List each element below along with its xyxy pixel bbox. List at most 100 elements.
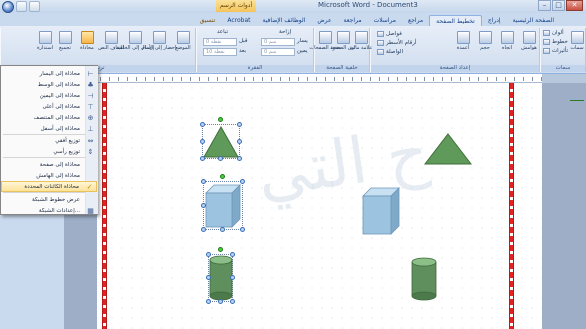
cylinder-shape[interactable]	[411, 257, 437, 301]
tab-references[interactable]: مراجع	[402, 15, 429, 26]
triangle-handle-br[interactable]	[237, 156, 242, 161]
maximize-button[interactable]: □	[552, 0, 565, 11]
triangle-rotate-handle[interactable]	[218, 117, 223, 122]
close-button[interactable]: ✕	[566, 0, 583, 11]
group-button[interactable]: تجميع	[57, 31, 73, 51]
page-background-group: علامة مائية لون الصفحة حدود الصفحات خلفي…	[309, 28, 372, 72]
cylinder-rotate-handle[interactable]	[218, 247, 223, 252]
cylinder-handle-l[interactable]	[206, 275, 211, 280]
cube-rotate-handle[interactable]	[220, 174, 225, 179]
orientation-button[interactable]: اتجاه	[499, 31, 515, 51]
triangle-handle-tr[interactable]	[237, 122, 242, 127]
menu-item-2[interactable]: ⊣ محاذاة إلى اليمين	[1, 90, 97, 101]
tab-view[interactable]: عرض	[311, 15, 337, 26]
menu-item-7[interactable]: ⇕ توزيع رأسي	[1, 146, 97, 157]
spacing-before-spinner[interactable]: 0 نقطة	[203, 38, 237, 46]
triangle-shape-selected[interactable]	[203, 125, 239, 158]
page-color-icon	[336, 31, 350, 44]
office-button-icon[interactable]	[2, 1, 14, 13]
indent-left-spinner[interactable]: 0 سم	[261, 38, 295, 46]
window-controls: – □ ✕	[538, 0, 583, 11]
indent-right-spinner[interactable]: 0 سم	[261, 48, 295, 56]
indent-label: إزاحة	[279, 29, 292, 35]
tab-home[interactable]: الصفحة الرئيسية	[507, 15, 560, 26]
document-page[interactable]: ح التي	[97, 83, 542, 329]
cylinder-handle-tl[interactable]	[206, 252, 211, 257]
menu-item-0[interactable]: ⊢ محاذاة إلى اليسار	[1, 68, 97, 79]
menu-item-12[interactable]: ▦ إعدادات الشبكة...	[1, 205, 97, 216]
ruler-right-margin	[542, 74, 586, 83]
triangle-handle-r[interactable]	[237, 139, 242, 144]
themes-button[interactable]: سمات	[569, 31, 585, 51]
menu-item-5[interactable]: ⊥ محاذاة إلى أسفل	[1, 123, 97, 134]
align-icon	[80, 31, 94, 44]
triangle-handle-b[interactable]	[218, 156, 223, 161]
text-wrapping-button[interactable]: التفاف النص	[98, 31, 124, 51]
page-borders-button[interactable]: حدود الصفحات	[309, 31, 341, 51]
spacing-before-label: قبل	[239, 38, 248, 44]
menu-item-8[interactable]: محاذاة إلى صفحة	[1, 159, 97, 170]
cube-handle-l[interactable]	[201, 203, 206, 208]
fonts-button[interactable]: خطوط	[543, 39, 568, 45]
paragraph-group: إزاحة تباعد يسار يمين 0 سم 0 سم قبل بعد …	[196, 28, 314, 72]
cube-handle-b[interactable]	[220, 227, 225, 232]
window-title: Microsoft Word - Document3	[318, 1, 418, 9]
cylinder-handle-r[interactable]	[230, 275, 235, 280]
tab-page-layout[interactable]: تخطيط الصفحة	[429, 15, 482, 26]
position-button[interactable]: الموضع	[175, 31, 191, 51]
triangle-handle-l[interactable]	[200, 139, 205, 144]
cylinder-handle-tr[interactable]	[230, 252, 235, 257]
text-cursor-marker	[570, 100, 584, 101]
align-button[interactable]: محاذاة	[79, 31, 95, 51]
size-button[interactable]: حجم	[477, 31, 493, 51]
menu-item-4[interactable]: ⊕ محاذاة إلى المنتصف	[1, 112, 97, 123]
save-icon[interactable]	[16, 1, 27, 12]
right-margin-border	[509, 83, 514, 329]
triangle-shape[interactable]	[423, 132, 473, 166]
minimize-button[interactable]: –	[538, 0, 551, 11]
indent-right-label: يمين	[297, 48, 308, 54]
menu-item-label: محاذاة إلى أعلى	[42, 103, 80, 110]
horizontal-ruler[interactable]	[64, 74, 586, 83]
line-numbers-button[interactable]: أرقام الأسطر	[377, 40, 416, 46]
tab-mailings[interactable]: مراسلات	[368, 15, 402, 26]
send-to-back-button[interactable]: إرسال إلى الخلفية	[116, 31, 154, 51]
tab-format[interactable]: تنسيق	[194, 15, 222, 26]
cube-handle-tr[interactable]	[240, 179, 245, 184]
tab-review[interactable]: مراجعة	[338, 15, 368, 26]
triangle-handle-bl[interactable]	[200, 156, 205, 161]
cube-shape-selected[interactable]	[204, 183, 242, 229]
cube-handle-bl[interactable]	[201, 227, 206, 232]
cube-handle-br[interactable]	[240, 227, 245, 232]
colors-button[interactable]: ألوان	[543, 30, 564, 36]
menu-item-label: محاذاة إلى اليسار	[39, 70, 80, 77]
bring-to-front-icon	[152, 31, 166, 44]
breaks-icon	[377, 31, 384, 37]
menu-item-3[interactable]: ⊤ محاذاة إلى أعلى	[1, 101, 97, 112]
tab-acrobat[interactable]: Acrobat	[221, 15, 256, 26]
menu-item-11[interactable]: عرض خطوط الشبكة	[1, 194, 97, 205]
undo-icon[interactable]	[29, 1, 40, 12]
triangle-handle-tl[interactable]	[200, 122, 205, 127]
menu-item-6[interactable]: ⇔ توزيع أفقي	[1, 135, 97, 146]
align-dropdown-menu: ⊢ محاذاة إلى اليسار ♣ محاذاة إلى الوسط ⊣ محاذ…	[0, 65, 98, 215]
breaks-button[interactable]: فواصل	[377, 31, 402, 37]
cylinder-handle-b[interactable]	[218, 299, 223, 304]
cube-shape[interactable]	[361, 186, 401, 236]
menu-item-10[interactable]: ✓ محاذاة الكائنات المحددة	[1, 181, 97, 192]
menu-item-1[interactable]: ♣ محاذاة إلى الوسط	[1, 79, 97, 90]
cylinder-handle-bl[interactable]	[206, 299, 211, 304]
cube-handle-tl[interactable]	[201, 179, 206, 184]
effects-button[interactable]: تأثيرات	[543, 48, 568, 54]
cylinder-handle-br[interactable]	[230, 299, 235, 304]
menu-item-9[interactable]: محاذاة إلى الهامش	[1, 170, 97, 181]
menu-item-icon-slot	[84, 170, 97, 181]
spacing-after-spinner[interactable]: 10 نقطة	[203, 48, 237, 56]
rotate-button[interactable]: استدارة	[37, 31, 53, 51]
margins-button[interactable]: هوامش	[521, 31, 537, 51]
columns-button[interactable]: أعمدة	[455, 31, 471, 51]
tab-insert[interactable]: إدراج	[482, 15, 507, 26]
title-bar: أدوات الرسم Microsoft Word - Document3 –…	[0, 0, 586, 13]
hyphenation-button[interactable]: الواصلة	[377, 49, 403, 55]
tab-add-ins[interactable]: الوظائف الإضافية	[256, 15, 311, 26]
